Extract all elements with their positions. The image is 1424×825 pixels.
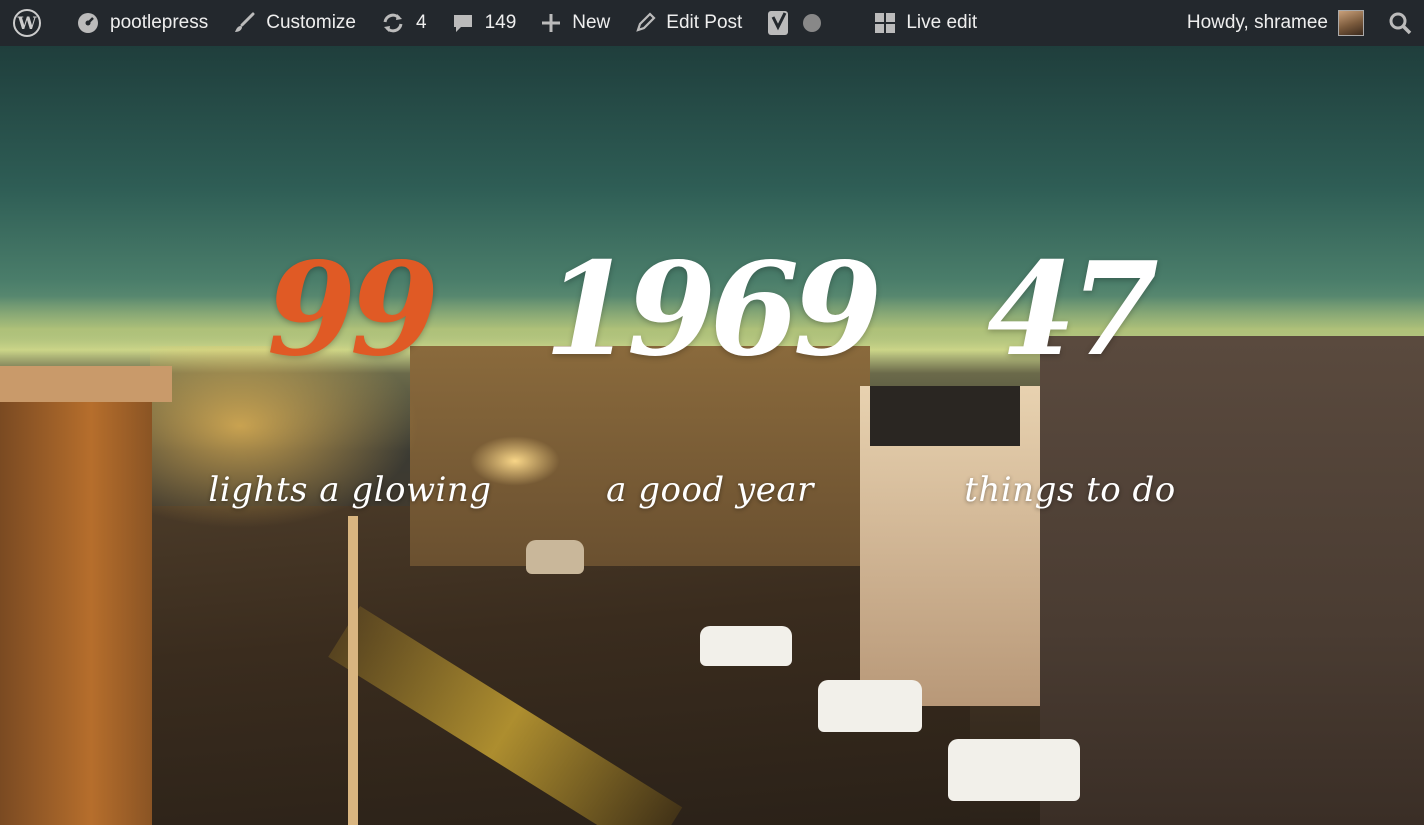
- updates-link[interactable]: 4: [368, 0, 439, 46]
- parked-car: [948, 739, 1080, 801]
- customize-label: Customize: [266, 12, 356, 33]
- updates-count: 4: [415, 12, 427, 33]
- counter-number: 99: [266, 235, 439, 385]
- site-name-link[interactable]: pootlepress: [64, 0, 220, 46]
- live-edit-link[interactable]: Live edit: [862, 0, 989, 46]
- howdy-label: Howdy, shramee: [1186, 12, 1328, 33]
- counter-label: a good year: [606, 470, 814, 510]
- wordpress-icon: W: [12, 8, 42, 38]
- svg-text:W: W: [16, 14, 37, 34]
- edit-post-link[interactable]: Edit Post: [622, 0, 754, 46]
- comments-count: 149: [484, 12, 517, 33]
- parked-car: [700, 626, 792, 666]
- hero-section: 99 lights a glowing 1969 a good year 47 …: [0, 46, 1424, 825]
- left-building-roof: [0, 366, 172, 402]
- counter-label: lights a glowing: [208, 470, 492, 510]
- counter-number: 1969: [543, 235, 882, 385]
- new-label: New: [572, 12, 611, 33]
- updates-icon: [380, 11, 406, 35]
- paintbrush-icon: [232, 11, 256, 35]
- customize-link[interactable]: Customize: [220, 0, 368, 46]
- admin-bar: W pootlepress Customize 4 149 New Edit P…: [0, 0, 1424, 46]
- search-button[interactable]: [1376, 0, 1424, 46]
- parked-car: [818, 680, 922, 732]
- seo-menu[interactable]: [754, 0, 844, 46]
- status-dot-icon: [802, 13, 822, 33]
- edit-post-label: Edit Post: [666, 12, 743, 33]
- new-content-link[interactable]: New: [528, 0, 622, 46]
- counter-number: 47: [986, 235, 1159, 385]
- lamp-pole: [348, 516, 358, 825]
- site-name-label: pootlepress: [110, 12, 209, 33]
- counter-year: 1969 a good year: [530, 246, 890, 510]
- grid-icon: [874, 12, 896, 34]
- live-edit-label: Live edit: [906, 12, 978, 33]
- counter-label: things to do: [964, 470, 1176, 510]
- search-icon: [1388, 11, 1412, 35]
- comments-link[interactable]: 149: [439, 0, 529, 46]
- dashboard-icon: [76, 11, 100, 35]
- avatar: [1338, 10, 1364, 36]
- wordpress-logo-button[interactable]: W: [0, 0, 64, 46]
- comment-icon: [451, 11, 475, 35]
- left-building-image: [0, 366, 152, 825]
- counter-lights: 99 lights a glowing: [200, 246, 500, 510]
- yoast-icon: [766, 8, 792, 38]
- pencil-icon: [634, 12, 656, 34]
- counter-things: 47 things to do: [920, 246, 1220, 510]
- account-menu[interactable]: Howdy, shramee: [1175, 0, 1376, 46]
- parked-car: [526, 540, 584, 574]
- plus-icon: [540, 12, 562, 34]
